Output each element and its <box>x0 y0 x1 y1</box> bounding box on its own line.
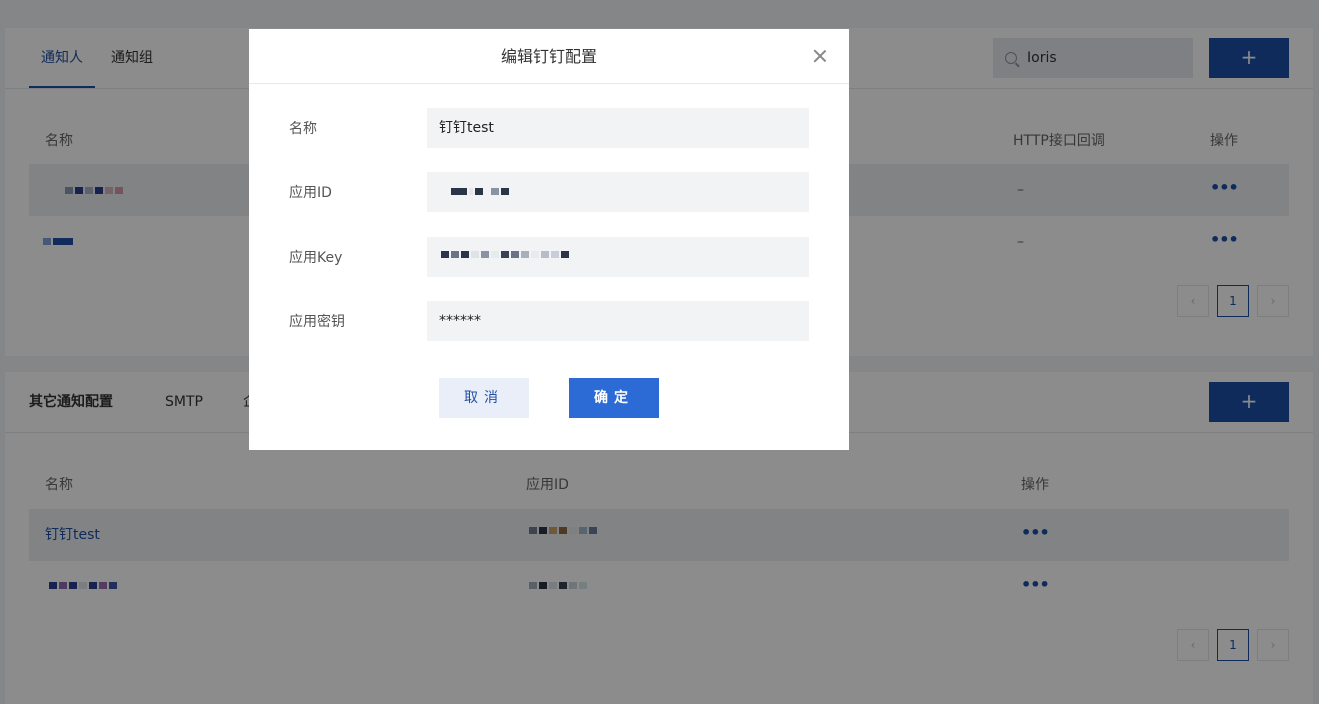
confirm-button[interactable]: 确定 <box>569 378 659 418</box>
cancel-button[interactable]: 取消 <box>439 378 529 418</box>
redacted-appid-value <box>451 188 509 195</box>
close-icon[interactable] <box>813 49 827 63</box>
field-label-appsecret: 应用密钥 <box>289 314 345 330</box>
name-field[interactable]: 钉钉test <box>427 108 809 148</box>
dialog-header: 编辑钉钉配置 <box>249 29 849 84</box>
field-label-appid: 应用ID <box>289 185 332 201</box>
appkey-field[interactable] <box>427 237 809 277</box>
appsecret-field[interactable]: ****** <box>427 301 809 341</box>
edit-dingtalk-dialog: 编辑钉钉配置 名称 钉钉test 应用ID 应用Key 应用密钥 ****** … <box>249 29 849 450</box>
appid-field[interactable] <box>427 172 809 212</box>
dialog-title: 编辑钉钉配置 <box>500 47 597 66</box>
field-label-appkey: 应用Key <box>289 250 343 266</box>
redacted-appkey-value <box>441 251 569 258</box>
field-label-name: 名称 <box>289 121 317 137</box>
